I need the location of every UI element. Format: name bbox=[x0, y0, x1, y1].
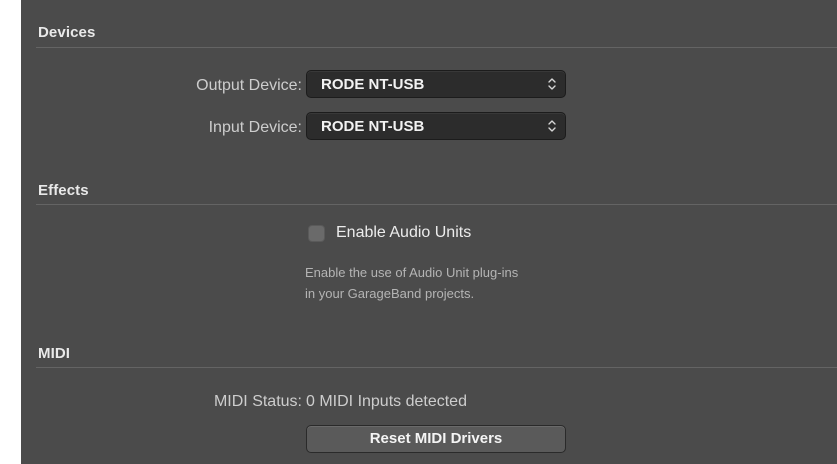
output-device-label: Output Device: bbox=[196, 77, 302, 94]
input-device-label: Input Device: bbox=[208, 119, 302, 136]
midi-status-value: 0 MIDI Inputs detected bbox=[306, 393, 467, 410]
chevron-up-down-icon bbox=[548, 78, 556, 90]
output-device-value: RODE NT-USB bbox=[321, 76, 425, 93]
enable-audio-units-checkbox[interactable] bbox=[308, 225, 325, 242]
audio-units-help-line-2: in your GarageBand projects. bbox=[305, 286, 475, 301]
effects-section-title: Effects bbox=[38, 182, 89, 199]
audio-units-help-line-1: Enable the use of Audio Unit plug-ins bbox=[305, 265, 519, 280]
input-device-popup[interactable]: RODE NT-USB bbox=[306, 112, 566, 140]
input-device-value: RODE NT-USB bbox=[321, 118, 425, 135]
enable-audio-units-label[interactable]: Enable Audio Units bbox=[336, 224, 471, 242]
output-device-popup[interactable]: RODE NT-USB bbox=[306, 70, 566, 98]
effects-section-divider bbox=[36, 204, 837, 205]
midi-section-divider bbox=[36, 367, 837, 368]
audio-midi-preferences-panel: Devices Output Device: RODE NT-USB Input… bbox=[21, 0, 837, 464]
midi-section-title: MIDI bbox=[38, 345, 71, 362]
audio-units-help-text: Enable the use of Audio Unit plug-ins in… bbox=[305, 262, 518, 304]
reset-midi-drivers-label: Reset MIDI Drivers bbox=[369, 430, 503, 447]
midi-status-label: MIDI Status: bbox=[213, 393, 302, 410]
devices-section-divider bbox=[36, 47, 837, 48]
reset-midi-drivers-button[interactable]: Reset MIDI Drivers bbox=[306, 425, 566, 453]
devices-section-title: Devices bbox=[38, 24, 96, 41]
chevron-up-down-icon bbox=[548, 120, 556, 132]
